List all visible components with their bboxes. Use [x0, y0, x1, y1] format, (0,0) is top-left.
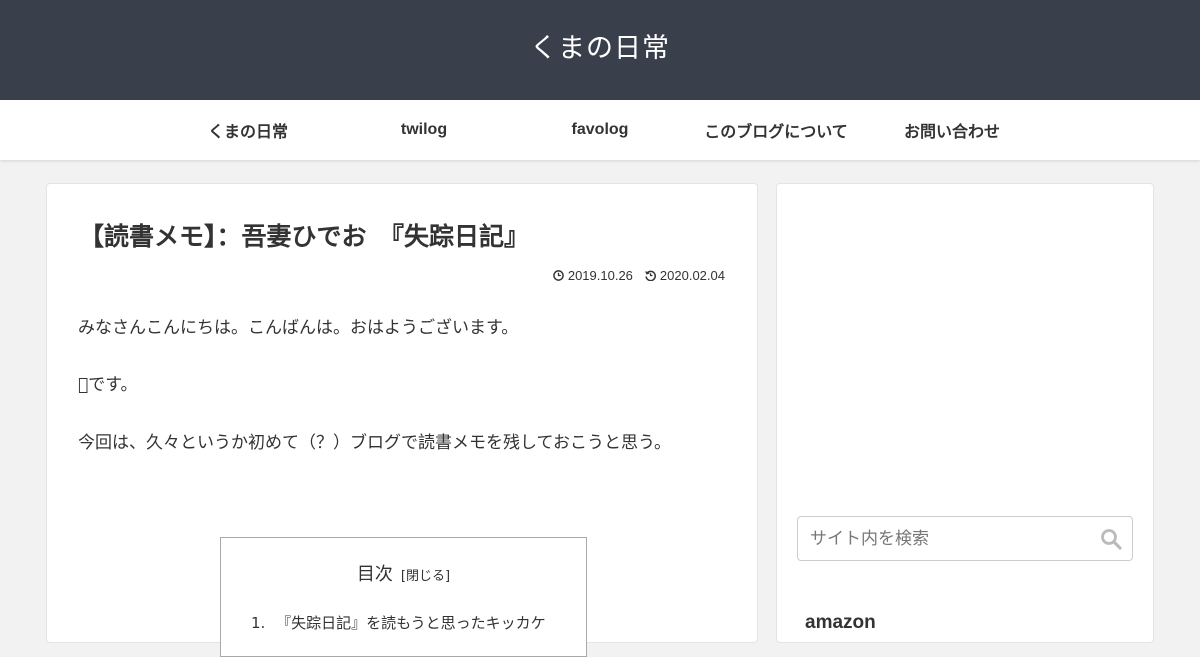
toc-toggle-button[interactable]: [閉じる] [401, 569, 450, 584]
toc-item-number: 1. [251, 614, 266, 632]
site-title[interactable]: くまの日常 [530, 26, 670, 65]
search-button[interactable] [1100, 528, 1122, 550]
nav-item-about[interactable]: このブログについて [688, 100, 864, 160]
toc-title: 目次 [356, 564, 393, 585]
published-date: 2019.10.26 [553, 268, 633, 283]
sidebar: amazon [776, 183, 1154, 643]
published-date-text: 2019.10.26 [567, 268, 633, 283]
article-dates: 2019.10.26 2020.02.04 [553, 268, 725, 283]
updated-date: 2020.02.04 [645, 268, 725, 283]
search-icon [1101, 529, 1122, 550]
global-nav: くまの日常 twilog favolog このブログについて お問い合わせ [0, 100, 1200, 160]
widget-title: amazon [805, 612, 876, 633]
article-paragraph: 󱁗です。 [78, 375, 138, 395]
main-content: 【読書メモ】：吾妻ひでお 『失踪日記』 2019.10.26 2020.02.0… [46, 183, 758, 657]
article-paragraph: みなさんこんにちは。こんばんは。おはようございます。 [78, 318, 519, 338]
updated-date-text: 2020.02.04 [659, 268, 725, 283]
clock-icon [553, 270, 564, 281]
toc-header: 目次 [閉じる] [221, 560, 586, 586]
search-input[interactable] [798, 517, 1088, 560]
nav-item-twilog[interactable]: twilog [336, 100, 512, 160]
search-form [797, 516, 1133, 561]
nav-item-home[interactable]: くまの日常 [160, 100, 336, 160]
table-of-contents: 目次 [閉じる] 1. 『失踪日記』を読もうと思ったキッカケ [220, 537, 587, 657]
article-paragraph: 今回は、久々というか初めて（？）ブログで読書メモを残しておこうと思う。 [78, 433, 671, 453]
history-icon [645, 270, 656, 281]
nav-item-contact[interactable]: お問い合わせ [864, 100, 1040, 160]
article-title: 【読書メモ】：吾妻ひでお 『失踪日記』 [79, 222, 530, 251]
site-header: くまの日常 [0, 0, 1200, 100]
nav-item-favolog[interactable]: favolog [512, 100, 688, 160]
toc-item-label: 『失踪日記』を読もうと思ったキッカケ [276, 614, 546, 632]
